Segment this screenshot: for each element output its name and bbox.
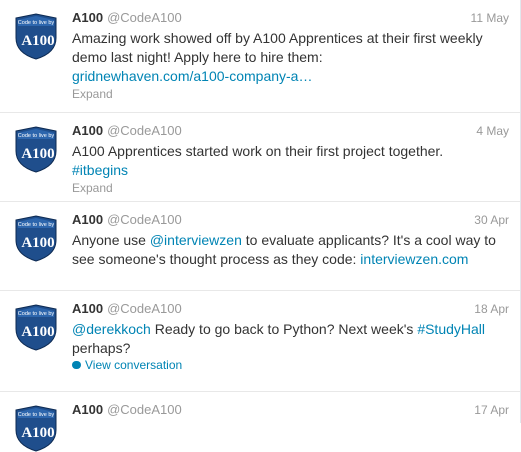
view-conversation-link[interactable]: View conversation [72, 357, 182, 373]
user-name[interactable]: A100 [72, 212, 103, 227]
mention-link[interactable]: @interviewzen [150, 232, 242, 248]
tweet-header: A100 @CodeA100 18 Apr [72, 300, 509, 318]
tweet-date[interactable]: 17 Apr [474, 401, 509, 419]
shield-logo-icon: Code to live by A100 [15, 304, 57, 351]
avatar[interactable]: Code to live by A100 [12, 303, 60, 351]
avatar[interactable]: Code to live by A100 [12, 214, 60, 262]
tweet-text-fragment: to evaluate applicants? It's a cool way … [241, 232, 496, 248]
svg-text:A100: A100 [21, 235, 54, 251]
expand-link[interactable]: Expand [72, 180, 113, 196]
user-handle[interactable]: @CodeA100 [107, 212, 182, 227]
hashtag-link[interactable]: #StudyHall [417, 321, 485, 337]
tweet-header: A100 @CodeA100 11 May [72, 9, 509, 27]
tweet-text-line: A100 Apprentices started work on their f… [72, 143, 444, 159]
user-name[interactable]: A100 [72, 123, 103, 138]
tweet-text: Amazing work showed off by A100 Apprenti… [72, 29, 509, 86]
tweet-text-line: Amazing work showed off by A100 Apprenti… [72, 30, 483, 46]
avatar[interactable]: Code to live by A100 [12, 12, 60, 60]
avatar[interactable]: Code to live by A100 [12, 404, 60, 452]
svg-text:Code to live by: Code to live by [18, 133, 55, 139]
shield-logo-icon: Code to live by A100 [15, 13, 57, 60]
tweet-text-line: perhaps? [72, 340, 131, 356]
shield-logo-icon: Code to live by A100 [15, 215, 57, 262]
tweet-text: Anyone use @interviewzen to evaluate app… [72, 231, 509, 269]
svg-text:A100: A100 [21, 146, 54, 162]
svg-text:Code to live by: Code to live by [18, 412, 55, 418]
tweet-link[interactable]: gridnewhaven.com/a100-company-a… [72, 68, 312, 84]
tweet-date[interactable]: 30 Apr [474, 211, 509, 229]
tweet[interactable]: Code to live by A100 A100 @CodeA100 30 Ap… [0, 202, 521, 291]
tweet[interactable]: Code to live by A100 A100 @CodeA100 18 Ap… [0, 291, 521, 392]
shield-logo-icon: Code to live by A100 [15, 405, 57, 452]
tweet-text-fragment: Anyone use [72, 232, 150, 248]
user-name[interactable]: A100 [72, 301, 103, 316]
user-handle[interactable]: @CodeA100 [107, 402, 182, 417]
tweet-date[interactable]: 18 Apr [474, 300, 509, 318]
tweet-date[interactable]: 11 May [471, 9, 509, 27]
user-handle[interactable]: @CodeA100 [107, 301, 182, 316]
shield-logo-icon: Code to live by A100 [15, 126, 57, 173]
svg-text:Code to live by: Code to live by [18, 222, 55, 228]
user-handle[interactable]: @CodeA100 [107, 123, 182, 138]
tweet-header: A100 @CodeA100 17 Apr [72, 401, 509, 419]
user-name[interactable]: A100 [72, 10, 103, 25]
svg-text:A100: A100 [21, 33, 54, 49]
conversation-bubble-icon [72, 361, 81, 369]
tweet-header: A100 @CodeA100 4 May [72, 122, 509, 140]
user-name[interactable]: A100 [72, 402, 103, 417]
timeline: Code to live by A100 A100 @CodeA100 11 Ma… [0, 0, 521, 452]
user-handle[interactable]: @CodeA100 [107, 10, 182, 25]
tweet-text: A100 Apprentices started work on their f… [72, 142, 509, 180]
tweet-text: @derekkoch Ready to go back to Python? N… [72, 320, 509, 358]
tweet[interactable]: Code to live by A100 A100 @CodeA100 17 Ap… [0, 392, 521, 452]
avatar[interactable]: Code to live by A100 [12, 125, 60, 173]
svg-text:Code to live by: Code to live by [18, 311, 55, 317]
tweet-text-line: demo last night! Apply here to hire them… [72, 49, 323, 65]
tweet-date[interactable]: 4 May [476, 122, 509, 140]
svg-text:A100: A100 [21, 324, 54, 340]
expand-link[interactable]: Expand [72, 86, 113, 102]
svg-text:Code to live by: Code to live by [18, 20, 55, 26]
tweet-link[interactable]: interviewzen.com [360, 251, 468, 267]
hashtag-link[interactable]: #itbegins [72, 162, 128, 178]
tweet[interactable]: Code to live by A100 A100 @CodeA100 4 May… [0, 113, 521, 202]
tweet[interactable]: Code to live by A100 A100 @CodeA100 11 Ma… [0, 0, 521, 113]
svg-text:A100: A100 [21, 425, 54, 441]
tweet-text-fragment: see someone's thought process as they co… [72, 251, 361, 267]
tweet-text-fragment: Ready to go back to Python? Next week's [150, 321, 418, 337]
mention-link[interactable]: @derekkoch [72, 321, 151, 337]
tweet-header: A100 @CodeA100 30 Apr [72, 211, 509, 229]
view-conversation-label: View conversation [85, 358, 183, 372]
